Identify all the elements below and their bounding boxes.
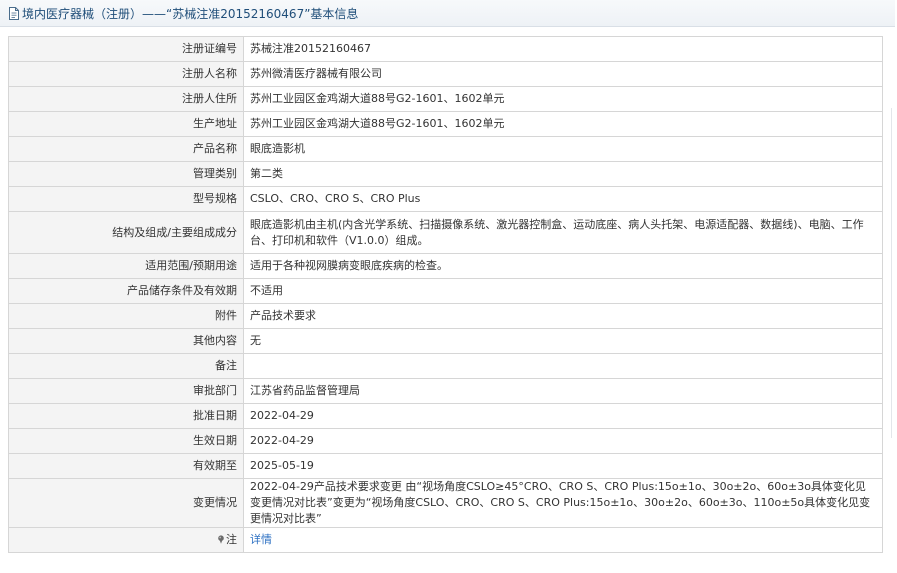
table-row: 批准日期 2022-04-29 — [8, 403, 883, 429]
field-value: 苏州微清医疗器械有限公司 — [243, 61, 883, 87]
field-label: 注册人住所 — [8, 86, 244, 112]
field-value: 2022-04-29产品技术要求变更 由“视场角度CSLO≥45°CRO、CRO… — [243, 478, 883, 528]
field-label: 附件 — [8, 303, 244, 329]
table-row: 结构及组成/主要组成成分 眼底造影机由主机(内含光学系统、扫描摄像系统、激光器控制… — [8, 211, 883, 254]
page-title: 境内医疗器械（注册）——“苏械注准20152160467”基本信息 — [22, 6, 359, 21]
table-row: 生效日期 2022-04-29 — [8, 428, 883, 454]
table-row: 变更情况 2022-04-29产品技术要求变更 由“视场角度CSLO≥45°CRO… — [8, 478, 883, 528]
note-row: 注详情 — [8, 527, 883, 553]
field-value: 2022-04-29 — [243, 428, 883, 454]
document-icon — [9, 6, 19, 20]
table-row: 注册证编号 苏械注准20152160467 — [8, 36, 883, 62]
scroll-edge — [891, 108, 897, 438]
field-label: 有效期至 — [8, 453, 244, 479]
field-value: 眼底造影机 — [243, 136, 883, 162]
table-row: 产品名称 眼底造影机 — [8, 136, 883, 162]
field-label: 结构及组成/主要组成成分 — [8, 211, 244, 254]
field-value: 2022-04-29 — [243, 403, 883, 429]
table-row: 有效期至 2025-05-19 — [8, 453, 883, 479]
field-value: 苏械注准20152160467 — [243, 36, 883, 62]
field-label: 注册人名称 — [8, 61, 244, 87]
table-row: 管理类别 第二类 — [8, 161, 883, 187]
field-label: 生效日期 — [8, 428, 244, 454]
field-value: 苏州工业园区金鸡湖大道88号G2-1601、1602单元 — [243, 86, 883, 112]
field-label: 注册证编号 — [8, 36, 244, 62]
note-label-cell: 注 — [8, 527, 244, 553]
field-label: 产品名称 — [8, 136, 244, 162]
field-value — [243, 353, 883, 379]
field-label: 管理类别 — [8, 161, 244, 187]
table-row: 审批部门 江苏省药品监督管理局 — [8, 378, 883, 404]
field-label: 其他内容 — [8, 328, 244, 354]
table-row: 其他内容无 — [8, 328, 883, 354]
table-row: 产品储存条件及有效期 不适用 — [8, 278, 883, 304]
field-value: CSLO、CRO、CRO S、CRO Plus — [243, 186, 883, 212]
table-row: 注册人住所 苏州工业园区金鸡湖大道88号G2-1601、1602单元 — [8, 86, 883, 112]
field-label: 批准日期 — [8, 403, 244, 429]
field-value: 江苏省药品监督管理局 — [243, 378, 883, 404]
field-value: 不适用 — [243, 278, 883, 304]
info-table: 注册证编号 苏械注准20152160467 注册人名称 苏州微清医疗器械有限公司 注册人… — [8, 36, 883, 553]
field-label: 适用范围/预期用途 — [8, 253, 244, 279]
note-value: 详情 — [243, 527, 883, 553]
field-value: 苏州工业园区金鸡湖大道88号G2-1601、1602单元 — [243, 111, 883, 137]
field-label: 产品储存条件及有效期 — [8, 278, 244, 304]
field-value: 第二类 — [243, 161, 883, 187]
field-label: 变更情况 — [8, 478, 244, 528]
table-row: 附件 产品技术要求 — [8, 303, 883, 329]
pin-icon — [218, 535, 224, 544]
table-row: 注册人名称 苏州微清医疗器械有限公司 — [8, 61, 883, 87]
field-value: 无 — [243, 328, 883, 354]
detail-link[interactable]: 详情 — [250, 533, 272, 546]
field-label: 备注 — [8, 353, 244, 379]
field-value: 适用于各种视网膜病变眼底疾病的检查。 — [243, 253, 883, 279]
table-row: 生产地址 苏州工业园区金鸡湖大道88号G2-1601、1602单元 — [8, 111, 883, 137]
field-label: 审批部门 — [8, 378, 244, 404]
note-label: 注 — [226, 533, 237, 546]
field-value: 眼底造影机由主机(内含光学系统、扫描摄像系统、激光器控制盒、运动底座、病人头托架… — [243, 211, 883, 254]
page-header: 境内医疗器械（注册）——“苏械注准20152160467”基本信息 — [0, 0, 895, 27]
table-row: 适用范围/预期用途 适用于各种视网膜病变眼底疾病的检查。 — [8, 253, 883, 279]
table-row: 备注 — [8, 353, 883, 379]
field-value: 产品技术要求 — [243, 303, 883, 329]
field-value: 2025-05-19 — [243, 453, 883, 479]
field-label: 生产地址 — [8, 111, 244, 137]
table-row: 型号规格 CSLO、CRO、CRO S、CRO Plus — [8, 186, 883, 212]
field-label: 型号规格 — [8, 186, 244, 212]
